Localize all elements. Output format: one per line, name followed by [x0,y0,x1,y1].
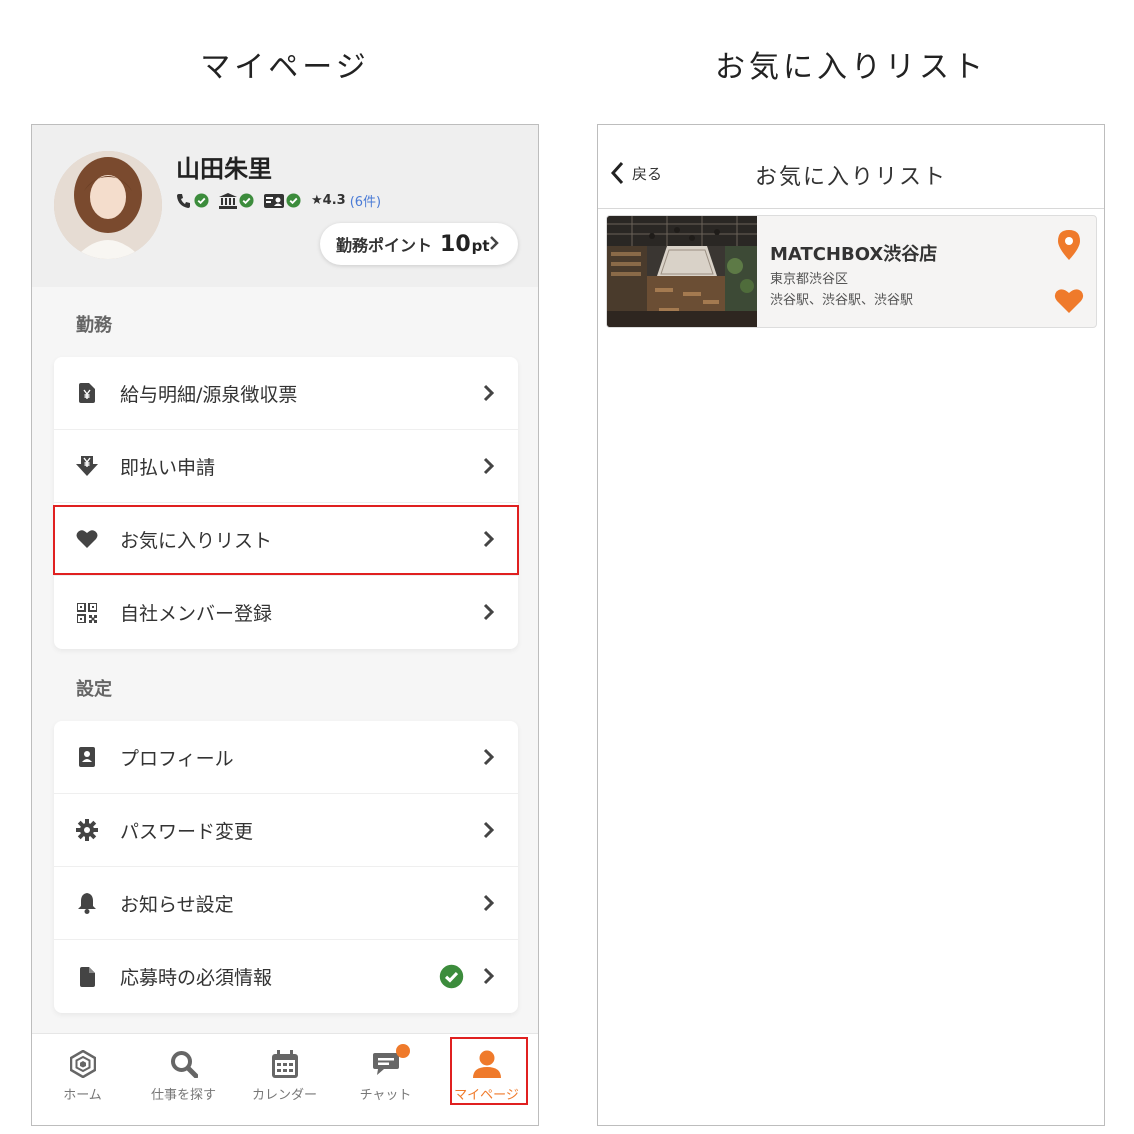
user-name: 山田朱里 [176,155,272,183]
store-photo [607,216,757,327]
qr-code-icon [76,602,98,624]
menu-item-favorites[interactable]: お気に入りリスト [54,503,518,576]
yen-download-icon [76,455,98,477]
tab-home[interactable]: ホーム [32,1034,133,1125]
favorite-store-card[interactable]: MATCHBOX渋谷店 東京都渋谷区 渋谷駅、渋谷駅、渋谷駅 [606,215,1097,328]
nav-bar: 戻る お気に入りリスト [598,125,1104,209]
bank-verified-badge [219,192,254,209]
points-unit: pt [471,237,490,255]
section-title-work: 勤務 [76,315,112,336]
calendar-icon [271,1048,298,1080]
id-verified-badge [264,193,301,208]
menu-item-payslip[interactable]: 給与明細/源泉徴収票 [54,357,518,430]
favorites-screen: 戻る お気に入りリスト MATCHBOX渋谷店 東京都渋谷区 渋谷駅、渋谷駅、渋… [597,124,1105,1126]
menu-label: お気に入りリスト [120,529,273,552]
avatar[interactable] [54,151,162,259]
favorites-caption: お気に入りリスト [715,50,987,85]
mypage-caption: マイページ [200,50,370,85]
id-card-icon [76,746,98,768]
page-title: お気に入りリスト [754,165,947,190]
mypage-screen: 山田朱里 ★4.3 (6件) 勤務ポイント 10 pt 勤務 給与明細/源泉徴収… [31,124,539,1126]
profile-header: 山田朱里 ★4.3 (6件) 勤務ポイント 10 pt [32,125,538,287]
check-circle-icon [239,193,254,208]
store-name: MATCHBOX渋谷店 [770,244,938,265]
chevron-right-icon [483,748,494,766]
tab-calendar[interactable]: カレンダー [234,1034,335,1125]
rating-score: ★4.3 [311,193,346,208]
home-hexagon-icon [69,1048,96,1080]
map-pin-icon[interactable] [1058,230,1080,260]
settings-menu-card: プロフィール パスワード変更 お知らせ設定 応募時の必須情報 [54,721,518,1013]
menu-label: パスワード変更 [120,820,254,843]
mypage-tab-highlight-frame [450,1037,528,1105]
menu-label: 給与明細/源泉徴収票 [120,383,298,406]
check-circle-icon [286,193,301,208]
tab-label: 仕事を探す [150,1088,216,1103]
check-circle-icon [439,964,464,989]
work-menu-card: 給与明細/源泉徴収票 即払い申請 お気に入りリスト 自社メンバー登録 [54,357,518,649]
chevron-right-icon [490,236,499,250]
chevron-right-icon [483,384,494,402]
tab-chat[interactable]: チャット [335,1034,436,1125]
tab-label: カレンダー [251,1088,317,1103]
menu-item-profile[interactable]: プロフィール [54,721,518,794]
verification-badges: ★4.3 (6件) [176,191,381,210]
chat-unread-dot [395,1044,410,1058]
rating-count-link[interactable]: (6件) [350,191,381,210]
store-stations: 渋谷駅、渋谷駅、渋谷駅 [770,293,914,308]
phone-icon [177,193,190,208]
gear-icon [76,819,98,841]
favorite-heart-icon[interactable] [1054,288,1084,314]
chevron-right-icon [483,530,494,548]
menu-item-instant-pay[interactable]: 即払い申請 [54,430,518,503]
menu-item-password[interactable]: パスワード変更 [54,794,518,867]
check-circle-icon [194,193,209,208]
points-button[interactable]: 勤務ポイント 10 pt [320,223,518,265]
bank-icon [219,192,237,209]
points-value: 10 [440,231,471,257]
points-label: 勤務ポイント [336,236,433,255]
rating-badge: ★4.3 (6件) [311,191,381,210]
menu-item-required-info[interactable]: 応募時の必須情報 [54,940,518,1013]
chevron-right-icon [483,967,494,985]
search-icon [170,1048,198,1080]
tab-label: ホーム [63,1088,102,1103]
chat-icon [372,1044,410,1080]
menu-label: プロフィール [120,747,234,770]
chevron-right-icon [483,821,494,839]
chevron-right-icon [483,457,494,475]
file-icon [76,966,98,988]
store-address: 東京都渋谷区 [770,272,849,287]
phone-verified-badge [176,193,209,209]
id-card-icon [264,193,284,208]
menu-label: 応募時の必須情報 [120,967,273,989]
menu-item-notifications[interactable]: お知らせ設定 [54,867,518,940]
chevron-right-icon [483,894,494,912]
heart-icon [76,528,98,550]
tab-label: チャット [359,1088,412,1103]
chevron-right-icon [483,603,494,621]
menu-label: お知らせ設定 [120,893,234,916]
bell-icon [76,892,98,914]
menu-label: 即払い申請 [120,456,216,479]
section-title-settings: 設定 [76,679,112,700]
tab-search-jobs[interactable]: 仕事を探す [133,1034,234,1125]
yen-file-icon [76,382,98,404]
menu-item-member-registration[interactable]: 自社メンバー登録 [54,576,518,649]
menu-label: 自社メンバー登録 [120,603,273,625]
